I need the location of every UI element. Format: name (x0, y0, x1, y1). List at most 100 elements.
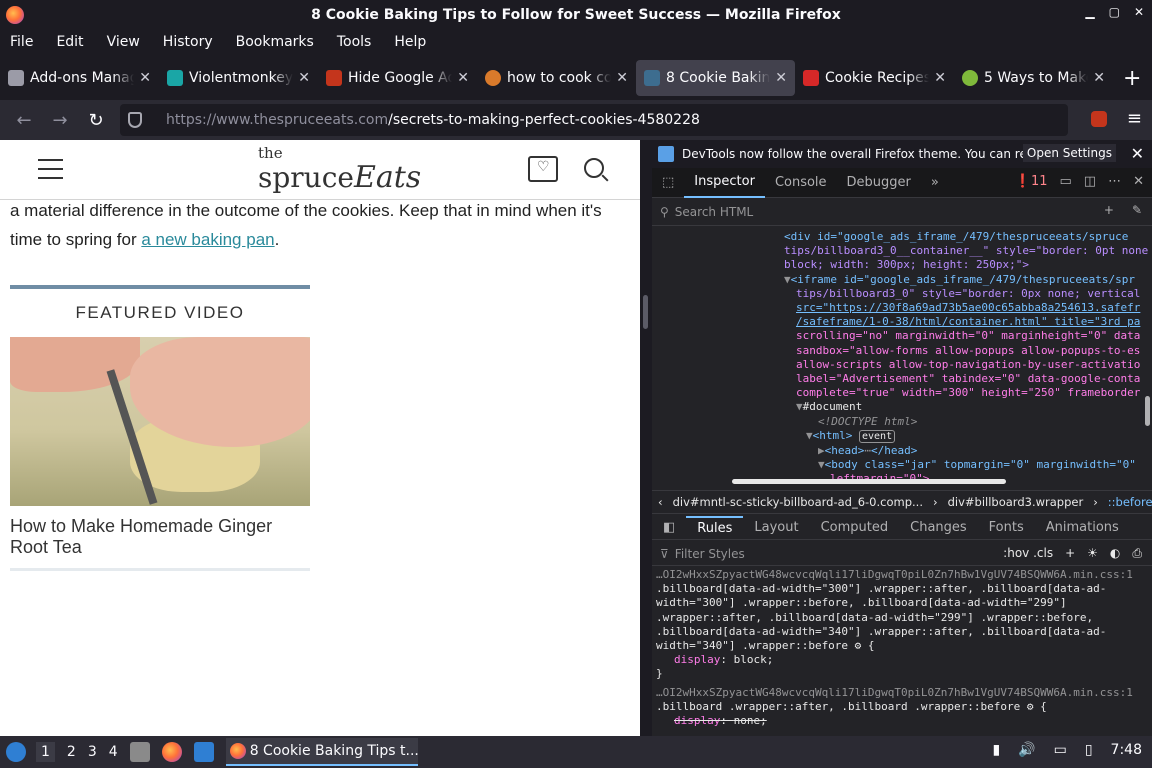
toggle-pane-icon[interactable]: ◧ (652, 516, 686, 540)
tab-debugger[interactable]: Debugger (837, 168, 921, 198)
dock-icon[interactable]: ◫ (1084, 174, 1096, 189)
menu-view[interactable]: View (107, 34, 140, 50)
tab-hide-google-ads[interactable]: Hide Google Ad ✕ (318, 60, 477, 96)
tab-close-icon[interactable]: ✕ (457, 70, 469, 86)
minimize-icon[interactable]: ▁ (1085, 5, 1094, 19)
volume-icon[interactable]: 🔊 (1018, 742, 1035, 758)
workspace-2[interactable]: 2 (67, 744, 76, 760)
dark-theme-icon[interactable]: ◐ (1110, 546, 1120, 561)
desktop-icon[interactable] (193, 742, 214, 762)
event-badge[interactable]: event (859, 429, 896, 443)
markup-line[interactable]: ▼<iframe id="google_ads_iframe_/479/thes… (652, 273, 1152, 287)
clock[interactable]: 7:48 (1111, 742, 1142, 758)
saved-recipes-icon[interactable] (528, 156, 558, 182)
tab-console[interactable]: Console (765, 168, 837, 198)
tab-fonts[interactable]: Fonts (978, 516, 1035, 540)
markup-line[interactable]: <div id="google_ads_iframe_/479/thespruc… (652, 230, 1152, 244)
markup-line[interactable]: /safeframe/1-0-38/html/container.html" t… (652, 315, 1152, 329)
menu-hamburger-icon[interactable]: ≡ (1127, 108, 1142, 129)
devtools-splitter[interactable] (640, 140, 652, 736)
markup-line[interactable]: ▼#document (652, 400, 1152, 414)
search-html[interactable]: ⚲ Search HTML + ✎ (652, 198, 1152, 226)
tab-violentmonkey[interactable]: Violentmonkey ✕ (159, 60, 318, 96)
rule-selector[interactable]: .billboard[data-ad-width="300"] .wrapper… (656, 582, 1152, 596)
markup-line[interactable]: sandbox="allow-forms allow-popups allow-… (652, 344, 1152, 358)
rule-declaration[interactable]: display: block; (656, 653, 1152, 667)
menu-help[interactable]: Help (394, 34, 426, 50)
menu-history[interactable]: History (163, 34, 213, 50)
more-tools-icon[interactable]: » (921, 168, 949, 198)
markup-line[interactable]: tips/billboard3_0__container__" style="b… (652, 244, 1152, 258)
markup-line[interactable]: allow-scripts allow-top-navigation-by-us… (652, 358, 1152, 372)
page-scrollbar[interactable] (643, 295, 648, 329)
workspace-4[interactable]: 4 (109, 744, 118, 760)
error-count-badge[interactable]: ❗11 (1015, 174, 1048, 189)
add-rule-icon[interactable]: + (1065, 546, 1075, 561)
breadcrumb-item[interactable]: div#mntl-sc-sticky-billboard-ad_6-0.comp… (673, 495, 923, 509)
rule-selector[interactable]: .wrapper::after, .billboard[data-ad-widt… (656, 611, 1152, 625)
filter-styles[interactable]: ⊽ Filter Styles :hov .cls + ☀ ◐ ⎙ (652, 542, 1152, 566)
start-menu-icon[interactable] (6, 742, 26, 762)
tracking-shield-icon[interactable] (128, 112, 142, 128)
markup-vertical-scrollbar[interactable] (1145, 396, 1150, 426)
element-picker-icon[interactable]: ⬚ (652, 168, 684, 198)
firefox-launcher-icon[interactable] (161, 742, 182, 762)
display-icon[interactable]: ▭ (1054, 742, 1067, 758)
light-theme-icon[interactable]: ☀ (1087, 546, 1098, 561)
tab-animations[interactable]: Animations (1035, 516, 1130, 540)
workspace-3[interactable]: 3 (88, 744, 97, 760)
breadcrumb-item[interactable]: div#billboard3.wrapper (948, 495, 1084, 509)
usb-icon[interactable]: ▮ (992, 742, 1000, 758)
url-bar[interactable]: https://www.thespruceeats.com/secrets-to… (120, 104, 1068, 136)
markup-line[interactable]: complete="true" width="300" height="250"… (652, 386, 1152, 400)
rule-selector[interactable]: width="300"] .wrapper::before, .billboar… (656, 596, 1152, 610)
forward-icon[interactable]: → (42, 110, 78, 131)
rule-selector[interactable]: width="340"] .wrapper::before ⚙ { (656, 639, 1152, 653)
rules-view[interactable]: …OI2wHxxSZpyactWG48wcvcqWqli17liDgwqT0pi… (652, 568, 1152, 736)
menu-bookmarks[interactable]: Bookmarks (236, 34, 314, 50)
tab-5-ways[interactable]: 5 Ways to Make ✕ (954, 60, 1113, 96)
markup-line[interactable]: label="Advertisement" tabindex="0" data-… (652, 372, 1152, 386)
more-options-icon[interactable]: ⋯ (1108, 174, 1121, 189)
rule-selector[interactable]: .billboard[data-ad-width="340"] .wrapper… (656, 625, 1152, 639)
markup-line[interactable]: block; width: 300px; height: 250px;"> (652, 258, 1152, 272)
markup-view[interactable]: <div id="google_ads_iframe_/479/thespruc… (652, 226, 1152, 488)
video-title[interactable]: How to Make Homemade Ginger Root Tea (10, 516, 310, 558)
close-icon[interactable]: ✕ (1134, 5, 1144, 19)
url-text[interactable]: https://www.thespruceeats.com/secrets-to… (166, 112, 700, 128)
markup-line[interactable]: scrolling="no" marginwidth="0" marginhei… (652, 329, 1152, 343)
file-manager-icon[interactable] (129, 742, 150, 762)
back-icon[interactable]: ← (6, 110, 42, 131)
tab-close-icon[interactable]: ✕ (775, 70, 787, 86)
markup-line[interactable]: ▶<head>⋯</head> (652, 444, 1152, 458)
eyedropper-icon[interactable]: ✎ (1132, 203, 1142, 217)
markup-line[interactable]: ▼<body class="jar" topmargin="0" marginw… (652, 458, 1152, 472)
hov-cls-toggle[interactable]: :hov .cls (1003, 546, 1053, 561)
menu-edit[interactable]: Edit (56, 34, 83, 50)
markup-line[interactable]: <!DOCTYPE html> (652, 415, 1152, 429)
print-icon[interactable]: ⎙ (1132, 546, 1142, 561)
baking-pan-link[interactable]: a new baking pan (141, 230, 274, 249)
hamburger-menu-icon[interactable] (38, 159, 63, 179)
tab-cookie-baking-tips[interactable]: 8 Cookie Bakin ✕ (636, 60, 795, 96)
tab-close-icon[interactable]: ✕ (616, 70, 628, 86)
tab-how-to-cook[interactable]: how to cook co ✕ (477, 60, 636, 96)
rule-source-link[interactable]: …OI2wHxxSZpyactWG48wcvcqWqli17liDgwqT0pi… (656, 686, 1152, 700)
markup-line[interactable]: tips/billboard3_0" style="border: 0px no… (652, 287, 1152, 301)
site-logo[interactable]: the spruceEats (258, 146, 421, 196)
markup-line[interactable]: src="https://30f8a69ad73b5ae00c65abba8a2… (652, 301, 1152, 315)
maximize-icon[interactable]: ▢ (1109, 5, 1120, 19)
tab-layout[interactable]: Layout (743, 516, 809, 540)
breadcrumb-back-icon[interactable]: ‹ (658, 495, 663, 509)
notes-icon[interactable]: ▯ (1085, 742, 1093, 758)
tab-close-icon[interactable]: ✕ (1093, 70, 1105, 86)
tab-close-icon[interactable]: ✕ (934, 70, 946, 86)
close-icon[interactable]: ✕ (1131, 144, 1144, 163)
tab-inspector[interactable]: Inspector (684, 168, 765, 198)
rule-source-link[interactable]: …OI2wHxxSZpyactWG48wcvcqWqli17liDgwqT0pi… (656, 568, 1152, 582)
ublock-icon[interactable] (1090, 111, 1107, 127)
open-settings-button[interactable]: Open Settings (1022, 144, 1116, 162)
markup-horizontal-scrollbar[interactable] (732, 479, 1006, 484)
menu-tools[interactable]: Tools (337, 34, 372, 50)
rule-declaration[interactable]: display: none; (656, 714, 1152, 728)
